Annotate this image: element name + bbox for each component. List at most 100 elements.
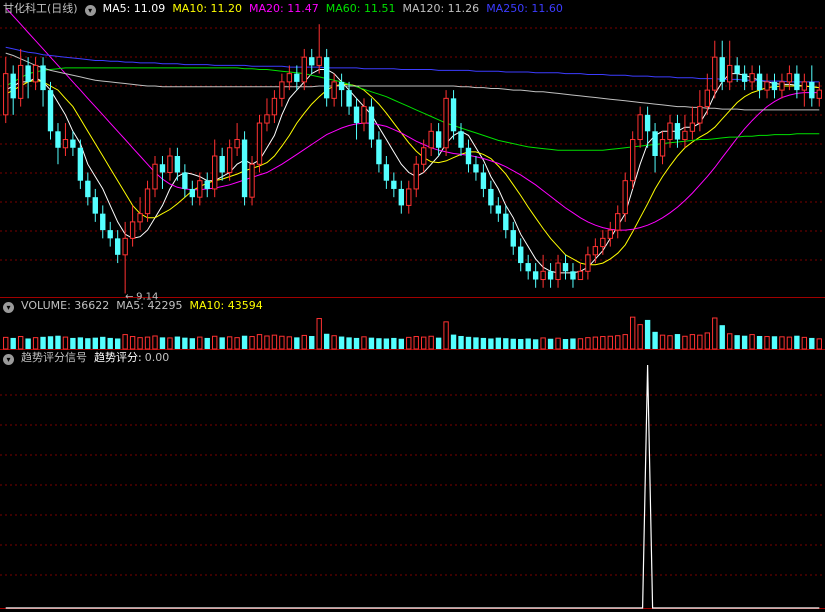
- candle-down: [70, 139, 76, 148]
- candle-up: [428, 130, 434, 149]
- volume-bar-up: [622, 334, 628, 350]
- candle-down: [771, 81, 778, 91]
- volume-bar-up: [443, 321, 449, 350]
- chevron-down-icon[interactable]: ▾: [3, 302, 14, 313]
- volume-bar-up: [361, 336, 367, 350]
- ma20-legend: MA20: 11.47: [249, 2, 319, 15]
- stock-name[interactable]: 甘化科工(日线): [3, 2, 78, 15]
- candle-up: [413, 163, 419, 190]
- candle-down: [652, 131, 658, 156]
- volume-bar-down: [510, 338, 516, 349]
- candle-down: [182, 172, 188, 189]
- ma10-legend: MA10: 11.20: [172, 2, 243, 15]
- volume-bar-up: [212, 335, 218, 350]
- volume-bar-up: [316, 318, 322, 350]
- candle-down: [40, 65, 46, 91]
- indicator-name: 趋势评分信号: [21, 351, 87, 364]
- volume-bar-down: [794, 335, 800, 349]
- candle-up: [682, 130, 688, 141]
- volume-bar-down: [204, 337, 210, 349]
- volume-bar-down: [368, 337, 375, 349]
- candlestick-series: [3, 24, 822, 288]
- candle-up: [279, 81, 285, 99]
- candle-down: [391, 180, 397, 189]
- volume-bar-up: [607, 335, 613, 350]
- volume-bar-up: [137, 337, 143, 350]
- volume-bar-up: [152, 335, 158, 350]
- candle-up: [17, 64, 24, 99]
- candle-up: [779, 81, 785, 91]
- volume-bar-down: [473, 337, 479, 349]
- volume-bar-up: [226, 336, 233, 350]
- volume-bar-up: [3, 336, 9, 350]
- volume-bar-down: [219, 337, 225, 349]
- candle-up: [786, 73, 793, 83]
- candle-down: [92, 197, 98, 214]
- volume-bar-down: [92, 337, 98, 349]
- volume-bar-up: [413, 336, 419, 350]
- volume-bar-down: [809, 337, 815, 349]
- candle-down: [510, 230, 516, 247]
- candle-down: [473, 164, 479, 173]
- volume-bar-up: [271, 334, 278, 350]
- candle-down: [547, 271, 554, 280]
- candle-down: [100, 213, 106, 231]
- volume-bar-up: [122, 334, 128, 350]
- volume-panel-header: ▾ VOLUME: 36622 MA5: 42295 MA10: 43594: [3, 299, 270, 313]
- candle-up: [129, 221, 136, 239]
- volume-bar-down: [532, 339, 539, 349]
- chevron-down-icon[interactable]: ▾: [84, 5, 96, 16]
- indicator-panel-header: ▾ 趋势评分信号 趋势评分: 0.00: [3, 351, 176, 365]
- candle-up: [689, 122, 696, 132]
- volume-bar-up: [786, 336, 793, 350]
- candle-down: [85, 180, 91, 198]
- volume-bar-down: [383, 338, 390, 349]
- candle-up: [234, 139, 240, 149]
- volume-bar-up: [286, 336, 293, 350]
- candle-up: [622, 180, 628, 215]
- volume-bar-up: [682, 335, 688, 350]
- volume-bar-down: [398, 338, 404, 349]
- volume-bar-down: [719, 325, 725, 349]
- volume-bar-down: [495, 337, 502, 349]
- candle-down: [55, 131, 61, 148]
- candle-up: [637, 114, 643, 141]
- candle-down: [107, 230, 113, 239]
- indicator-label: 趋势评分:: [94, 351, 142, 364]
- candle-up: [540, 270, 546, 281]
- volume-ma10-legend: MA10: 43594: [189, 299, 263, 312]
- candle-up: [137, 213, 143, 223]
- candle-up: [421, 147, 427, 165]
- volume-bar-down: [323, 333, 330, 349]
- volume-bar-down: [391, 337, 397, 349]
- volume-bar-down: [182, 337, 188, 349]
- ma5-legend: MA5: 11.09: [102, 2, 166, 15]
- candle-up: [615, 213, 621, 231]
- volume-bar-up: [234, 337, 240, 350]
- volume-bar-up: [577, 338, 584, 350]
- candle-up: [607, 229, 613, 239]
- volume-bar-down: [547, 338, 554, 349]
- indicator-value: 0.00: [144, 351, 170, 364]
- chevron-down-icon[interactable]: ▾: [3, 354, 14, 365]
- price-panel-header: 甘化科工(日线) ▾ MA5: 11.09 MA10: 11.20 MA20: 11.4…: [3, 2, 570, 16]
- candle-up: [249, 163, 255, 198]
- volume-bar-up: [406, 336, 412, 350]
- candle-down: [450, 98, 457, 132]
- candle-up: [316, 56, 322, 66]
- volume-bar-down: [70, 337, 76, 349]
- volume-bar-down: [734, 335, 740, 349]
- volume-bar-up: [704, 332, 711, 350]
- candle-down: [674, 123, 681, 140]
- volume-bar-up: [712, 317, 718, 350]
- candle-up: [122, 237, 128, 256]
- candle-up: [331, 81, 337, 99]
- volume-bar-down: [465, 336, 472, 349]
- volume-bar-up: [421, 336, 427, 350]
- candle-down: [809, 81, 815, 99]
- candle-up: [32, 64, 39, 83]
- volume-bar-down: [353, 337, 360, 349]
- candle-down: [338, 81, 345, 91]
- volume-bar-up: [428, 335, 434, 350]
- volume-bar-down: [458, 335, 464, 349]
